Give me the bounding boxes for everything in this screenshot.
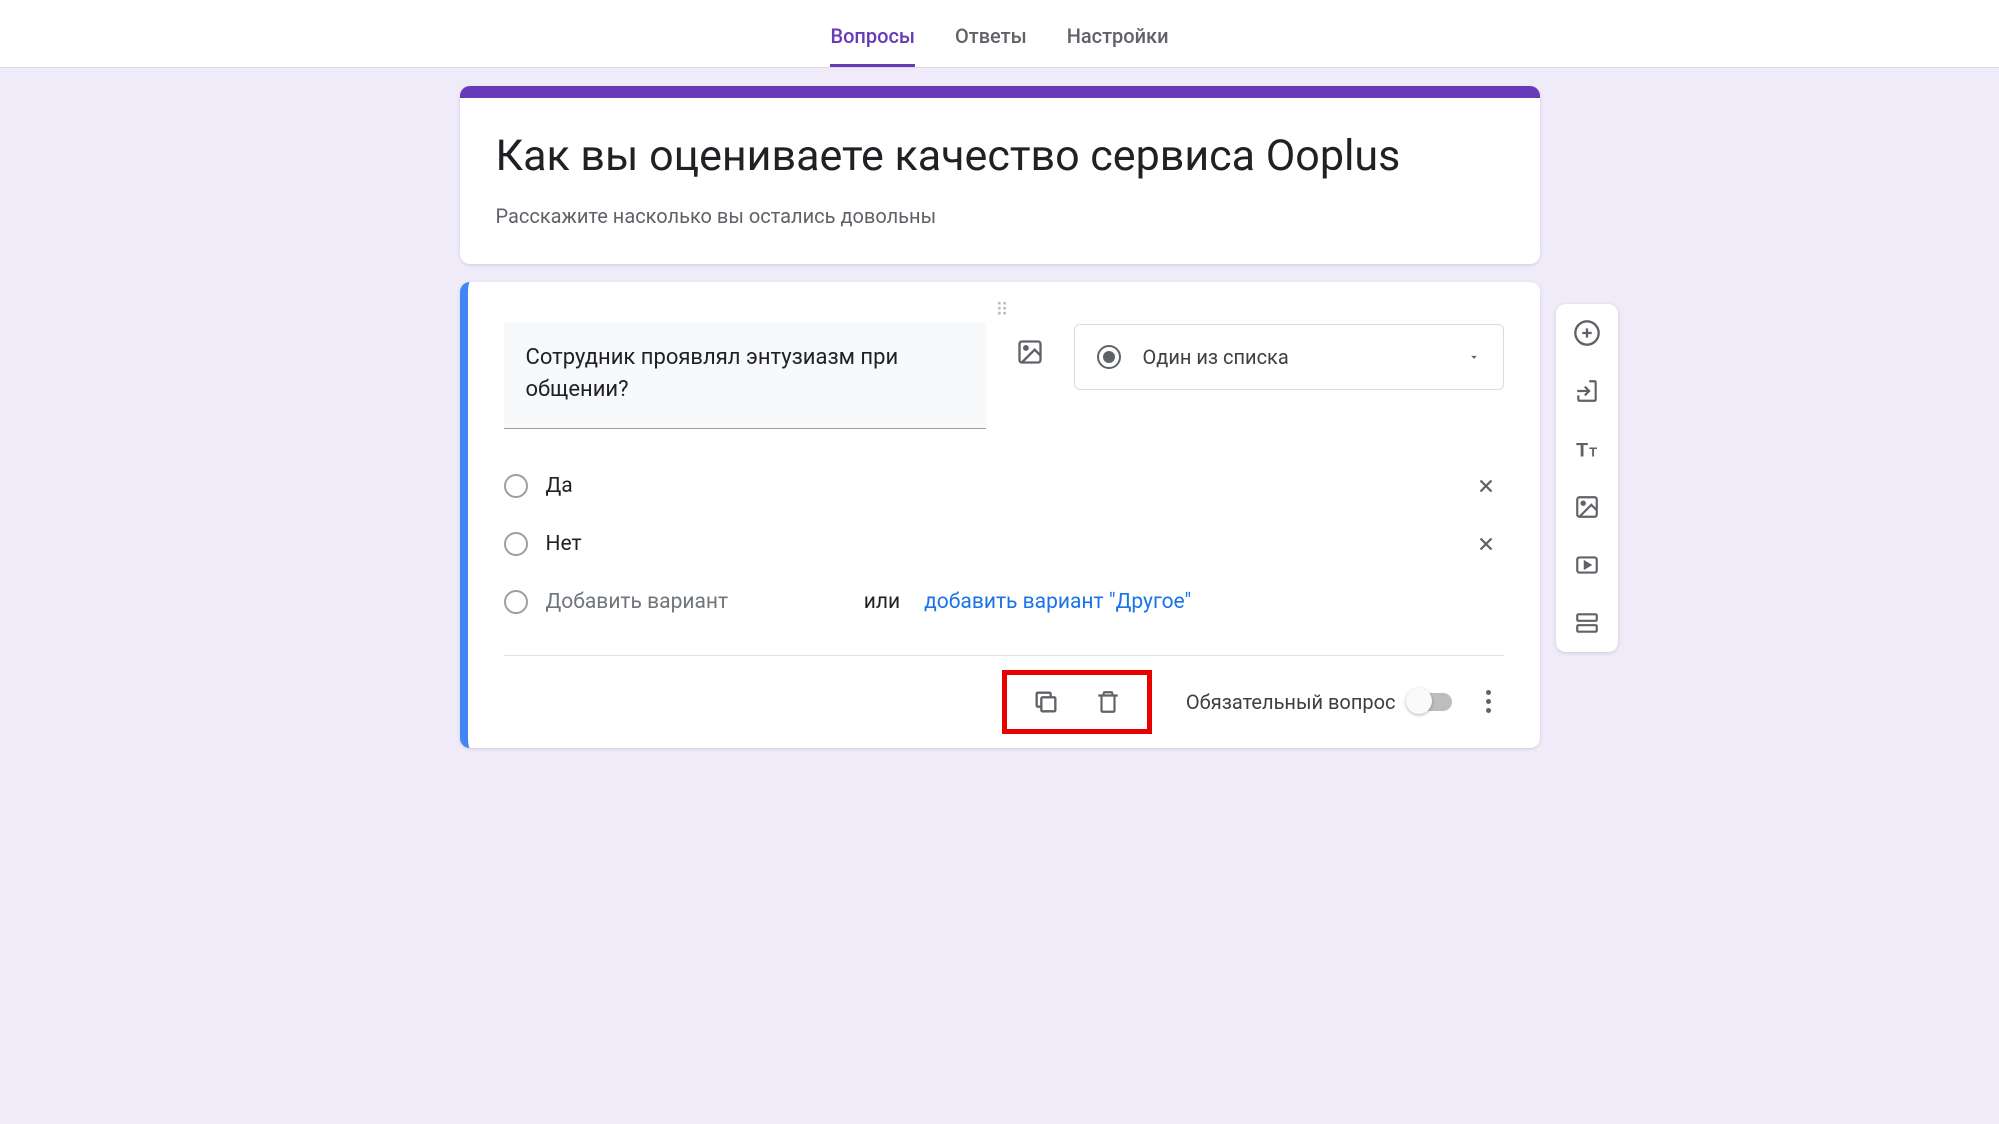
add-option-placeholder[interactable]: Добавить вариант [546,590,840,614]
required-toggle[interactable] [1408,693,1452,711]
question-type-select[interactable]: Один из списка [1074,324,1504,390]
remove-option-button[interactable] [1468,468,1504,504]
import-questions-button[interactable] [1572,376,1602,406]
section-icon [1574,610,1600,636]
required-label: Обязательный вопрос [1186,690,1396,714]
more-options-button[interactable] [1474,690,1504,713]
option-row: Да [504,457,1504,515]
add-other-link[interactable]: добавить вариант "Другое" [924,590,1191,614]
question-card: ⠿ Сотрудник проявлял энтузиазм при общен… [460,282,1540,748]
option-row: Нет [504,515,1504,573]
form-description[interactable]: Расскажите насколько вы остались довольн… [496,204,1504,228]
options-list: Да Нет Добавить вариант или добавить вар… [504,457,1504,631]
radio-icon [1097,345,1121,369]
delete-button[interactable] [1091,685,1125,719]
radio-icon [504,474,528,498]
remove-option-button[interactable] [1468,526,1504,562]
close-icon [1475,475,1497,497]
highlight-annotation [1002,670,1152,734]
duplicate-icon [1032,688,1060,716]
svg-text:T: T [1576,440,1588,462]
tab-questions[interactable]: Вопросы [830,24,915,67]
add-section-button[interactable] [1572,608,1602,638]
text-icon: TT [1574,436,1600,462]
radio-icon [504,532,528,556]
import-icon [1574,378,1600,404]
plus-circle-icon [1573,319,1601,347]
form-header-card: Как вы оцениваете качество сервиса Ooplu… [460,86,1540,264]
add-image-button[interactable] [1010,332,1050,372]
add-question-button[interactable] [1572,318,1602,348]
image-icon [1016,338,1044,366]
tab-responses[interactable]: Ответы [955,24,1027,67]
option-label[interactable]: Нет [546,532,1450,556]
add-title-button[interactable]: TT [1572,434,1602,464]
form-canvas: Как вы оцениваете качество сервиса Ooplu… [460,86,1540,788]
drag-handle-icon[interactable]: ⠿ [504,306,1504,322]
radio-icon [504,590,528,614]
video-icon [1574,552,1600,578]
question-text[interactable]: Сотрудник проявлял энтузиазм при общении… [526,342,964,406]
question-type-label: Один из списка [1143,345,1445,369]
close-icon [1475,533,1497,555]
add-image-tool-button[interactable] [1572,492,1602,522]
question-text-field[interactable]: Сотрудник проявлял энтузиазм при общении… [504,322,986,429]
form-title[interactable]: Как вы оцениваете качество сервиса Ooplu… [496,130,1504,184]
tabs-bar: Вопросы Ответы Настройки [0,0,1999,68]
trash-icon [1095,689,1121,715]
tab-settings[interactable]: Настройки [1067,24,1169,67]
side-toolbar: TT [1556,304,1618,652]
option-label[interactable]: Да [546,474,1450,498]
svg-text:T: T [1589,445,1597,460]
image-icon [1574,494,1600,520]
or-separator: или [864,590,900,614]
add-video-button[interactable] [1572,550,1602,580]
add-option-row: Добавить вариант или добавить вариант "Д… [504,573,1504,631]
duplicate-button[interactable] [1029,685,1063,719]
chevron-down-icon [1467,350,1481,364]
question-footer: Обязательный вопрос [504,655,1504,748]
